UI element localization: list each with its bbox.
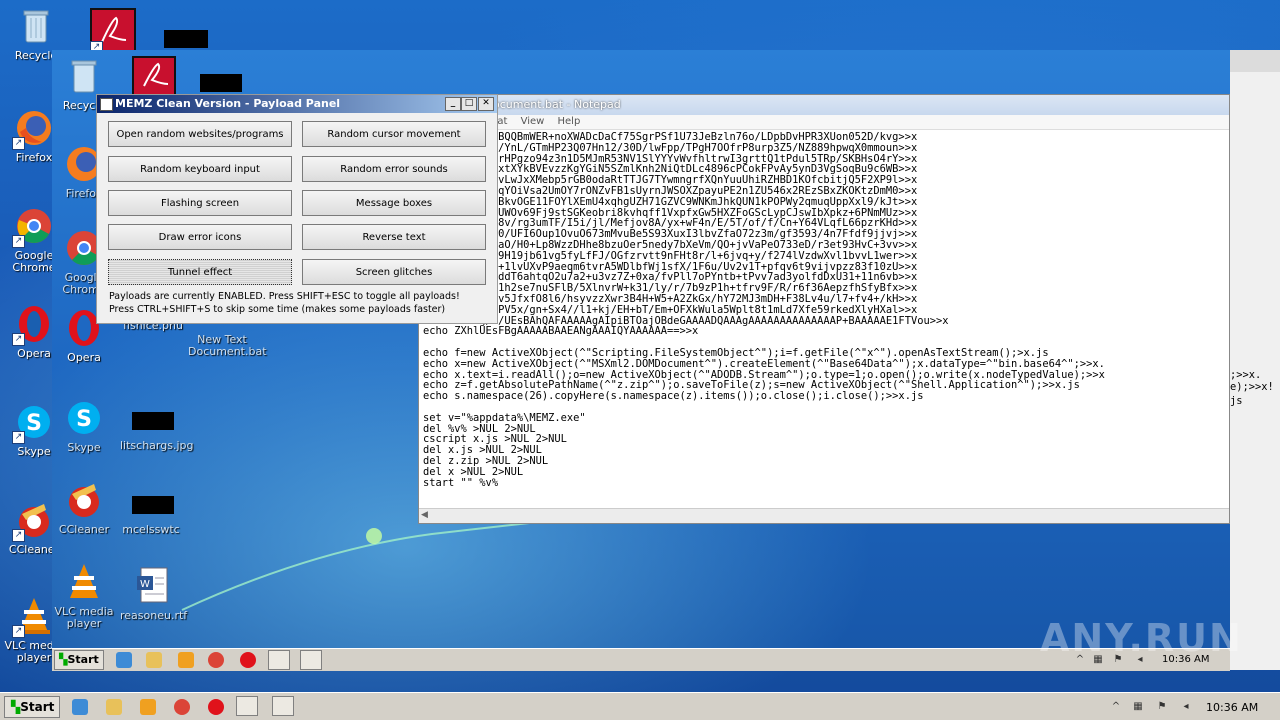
folder-icon[interactable] xyxy=(146,652,162,668)
ie-icon[interactable] xyxy=(72,699,88,715)
scroll-left-arrow-icon[interactable]: ◀ xyxy=(421,510,431,520)
memz-task-button[interactable] xyxy=(300,650,322,670)
payload-keyboard-input-button[interactable]: Random keyboard input xyxy=(108,156,292,182)
start-button[interactable]: ▚Start xyxy=(4,696,60,718)
taskbar: ▚Start ^ ▦ ⚑ ◂ 10:36 AM xyxy=(0,692,1280,720)
media-player-icon[interactable] xyxy=(178,652,194,668)
pdf-icon[interactable] xyxy=(132,56,176,96)
shortcut-arrow-icon: ↗ xyxy=(12,235,25,248)
text-overflow: e);>>x! xyxy=(1230,381,1274,393)
memz-payload-panel[interactable]: MEMZ Clean Version - Payload Panel _ □ ✕… xyxy=(96,94,498,324)
redacted-label xyxy=(132,412,174,430)
desktop: Recycle ↗ Firefox ↗ Google Chrome ↗ Oper… xyxy=(0,0,1280,720)
tray-flag-icon[interactable]: ⚑ xyxy=(1156,701,1168,713)
tray-network-icon[interactable]: ▦ xyxy=(1132,701,1144,713)
menu-help[interactable]: Help xyxy=(558,116,581,127)
desktop-icon-label: reasoneu.rtf xyxy=(120,609,188,622)
shortcut-arrow-icon: ↗ xyxy=(12,625,25,638)
nested-screen-edge-top xyxy=(1230,50,1280,72)
shortcut-arrow-icon: ↗ xyxy=(12,431,25,444)
minimize-button[interactable]: _ xyxy=(445,97,461,111)
redacted-label xyxy=(200,74,242,92)
skype-icon: S ↗ xyxy=(12,402,54,444)
firefox-icon: ↗ xyxy=(12,108,54,150)
chrome-icon: ↗ xyxy=(12,206,54,248)
memz-titlebar[interactable]: MEMZ Clean Version - Payload Panel _ □ ✕ xyxy=(97,95,497,113)
inner-file-mcelsswtc[interactable]: mcelsswtc xyxy=(116,520,186,536)
ccleaner-icon: ↗ xyxy=(12,500,54,542)
inner-icon-skype[interactable]: S Skype xyxy=(52,398,116,454)
shortcut-arrow-icon: ↗ xyxy=(12,529,25,542)
notepad-task-button[interactable] xyxy=(268,650,290,670)
chrome-icon[interactable] xyxy=(174,699,190,715)
svg-text:S: S xyxy=(26,411,42,436)
opera-icon[interactable] xyxy=(208,699,224,715)
notepad-text-area[interactable]: echo CALWA1OBQQBmWER+noXWADcDaCf75SgrPSf… xyxy=(419,130,1229,490)
notepad-title: ocument.bat - Notepad xyxy=(419,95,1229,115)
status-line-2: Press CTRL+SHIFT+S to skip some time (ma… xyxy=(109,304,446,315)
maximize-button[interactable]: □ xyxy=(461,97,477,111)
menu-view[interactable]: View xyxy=(521,116,545,127)
pdf-icon[interactable]: ↗ xyxy=(90,8,136,54)
redacted-label xyxy=(164,30,208,48)
payload-error-sounds-button[interactable]: Random error sounds xyxy=(302,156,486,182)
nested-start-button[interactable]: ▚Start xyxy=(54,650,104,670)
payload-flashing-screen-button[interactable]: Flashing screen xyxy=(108,190,292,216)
inner-icon-vlc[interactable]: VLC media player xyxy=(52,562,116,630)
desktop-icon-label: mcelsswtc xyxy=(122,523,180,536)
payload-reverse-text-button[interactable]: Reverse text xyxy=(302,224,486,250)
svg-text:W: W xyxy=(140,579,150,590)
notepad-menubar: nat View Help xyxy=(419,115,1229,130)
horizontal-scrollbar[interactable]: ◀ xyxy=(419,508,1229,523)
svg-text:S: S xyxy=(76,407,92,432)
nested-screen-edge xyxy=(1230,50,1280,670)
shortcut-arrow-icon: ↗ xyxy=(12,137,25,150)
redacted-label xyxy=(132,496,174,514)
notepad-task-button[interactable] xyxy=(236,696,258,716)
desktop-icon-label: New Text Document.bat xyxy=(188,333,267,358)
desktop-icon-label: VLC media player xyxy=(54,605,114,630)
app-icon xyxy=(100,98,113,111)
tray-expand-icon[interactable]: ^ xyxy=(1110,701,1122,713)
inner-file-reasoneu[interactable]: W reasoneu.rtf xyxy=(120,566,188,622)
desktop-icon-label: Opera xyxy=(67,351,101,364)
desktop-icon-label: CCleaner xyxy=(58,523,110,536)
memz-title: MEMZ Clean Version - Payload Panel xyxy=(115,97,341,110)
ccleaner-icon xyxy=(64,480,104,520)
payload-open-websites-button[interactable]: Open random websites/programs xyxy=(108,121,292,147)
recycle-bin-icon xyxy=(16,6,56,46)
recycle-bin-icon xyxy=(64,56,104,96)
opera-icon: ↗ xyxy=(12,304,54,346)
desktop-icon-label: litschargs.jpg xyxy=(120,439,194,452)
opera-icon[interactable] xyxy=(240,652,256,668)
shortcut-arrow-icon: ↗ xyxy=(12,333,25,346)
clock[interactable]: 10:36 AM xyxy=(1206,701,1258,714)
payload-screen-glitches-button[interactable]: Screen glitches xyxy=(302,259,486,285)
desktop-icon-label: Skype xyxy=(67,441,101,454)
anyrun-watermark: ANY.RUN xyxy=(1040,616,1243,660)
payload-message-boxes-button[interactable]: Message boxes xyxy=(302,190,486,216)
tray-volume-icon[interactable]: ◂ xyxy=(1180,701,1192,713)
ie-icon[interactable] xyxy=(116,652,132,668)
vlc-icon: ↗ xyxy=(12,596,54,638)
memz-task-button[interactable] xyxy=(272,696,294,716)
vlc-icon xyxy=(64,562,104,602)
close-button[interactable]: ✕ xyxy=(478,97,494,111)
word-file-icon: W xyxy=(133,566,173,606)
text-overflow: js xyxy=(1230,395,1243,407)
chrome-icon[interactable] xyxy=(208,652,224,668)
payload-draw-error-icons-button[interactable]: Draw error icons xyxy=(108,224,292,250)
status-line-1: Payloads are currently ENABLED. Press SH… xyxy=(109,291,460,302)
payload-tunnel-effect-button[interactable]: Tunnel effect xyxy=(108,259,292,285)
windows-logo-icon: ▚ xyxy=(11,700,21,714)
media-player-icon[interactable] xyxy=(140,699,156,715)
notepad-window[interactable]: ocument.bat - Notepad nat View Help echo… xyxy=(418,94,1230,524)
folder-icon[interactable] xyxy=(106,699,122,715)
payload-cursor-movement-button[interactable]: Random cursor movement xyxy=(302,121,486,147)
inner-icon-ccleaner[interactable]: CCleaner xyxy=(52,480,116,536)
text-overflow: ;>>x. xyxy=(1230,369,1262,381)
inner-file-batch[interactable]: New Text Document.bat xyxy=(188,291,267,358)
inner-file-litschargs[interactable]: litschargs.jpg xyxy=(120,436,194,452)
skype-icon: S xyxy=(64,398,104,438)
